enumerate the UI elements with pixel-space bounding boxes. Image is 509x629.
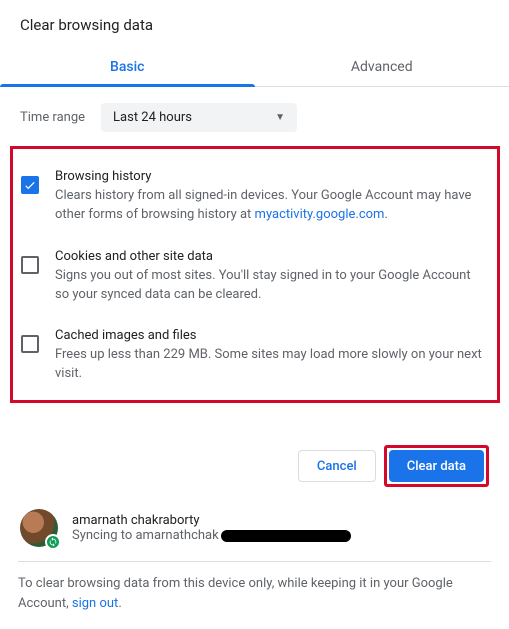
sign-out-link[interactable]: sign out xyxy=(72,596,118,611)
dialog-title: Clear browsing data xyxy=(0,0,509,48)
check-icon xyxy=(23,178,37,192)
clear-data-button[interactable]: Clear data xyxy=(389,450,484,482)
checkbox-cookies[interactable] xyxy=(21,256,39,274)
account-row: amarnath chakraborty Syncing to amarnath… xyxy=(0,503,509,561)
clear-data-highlight-box: Clear data xyxy=(384,445,489,487)
checkbox-browsing-history[interactable] xyxy=(21,176,39,194)
caret-down-icon: ▼ xyxy=(275,112,285,123)
option-browsing-history: Browsing history Clears history from all… xyxy=(21,161,487,241)
redacted-block xyxy=(221,530,351,542)
tab-basic[interactable]: Basic xyxy=(0,48,255,86)
option-title: Cookies and other site data xyxy=(55,249,487,264)
time-range-value: Last 24 hours xyxy=(113,110,192,125)
sync-badge xyxy=(45,534,61,550)
account-sync-line: Syncing to amarnathchak xyxy=(72,528,351,543)
sync-icon xyxy=(48,537,58,547)
option-cache: Cached images and files Frees up less th… xyxy=(21,320,487,388)
avatar xyxy=(20,509,58,547)
myactivity-link[interactable]: myactivity.google.com xyxy=(255,207,385,222)
time-range-select[interactable]: Last 24 hours ▼ xyxy=(101,103,297,132)
tab-bar: Basic Advanced xyxy=(0,48,509,87)
checkbox-cache[interactable] xyxy=(21,335,39,353)
options-highlight-box: Browsing history Clears history from all… xyxy=(10,146,500,403)
action-row: Cancel Clear data xyxy=(0,403,509,503)
option-cookies: Cookies and other site data Signs you ou… xyxy=(21,241,487,321)
tab-advanced[interactable]: Advanced xyxy=(255,48,509,86)
option-title: Browsing history xyxy=(55,169,487,184)
account-name: amarnath chakraborty xyxy=(72,513,351,528)
time-range-label: Time range xyxy=(20,110,85,125)
option-title: Cached images and files xyxy=(55,328,487,343)
option-desc: Clears history from all signed-in device… xyxy=(55,187,487,225)
footer-text: To clear browsing data from this device … xyxy=(0,574,509,629)
option-desc: Signs you out of most sites. You'll stay… xyxy=(55,267,487,305)
cancel-button[interactable]: Cancel xyxy=(298,450,376,482)
option-desc: Frees up less than 229 MB. Some sites ma… xyxy=(55,346,487,384)
divider xyxy=(18,561,491,562)
